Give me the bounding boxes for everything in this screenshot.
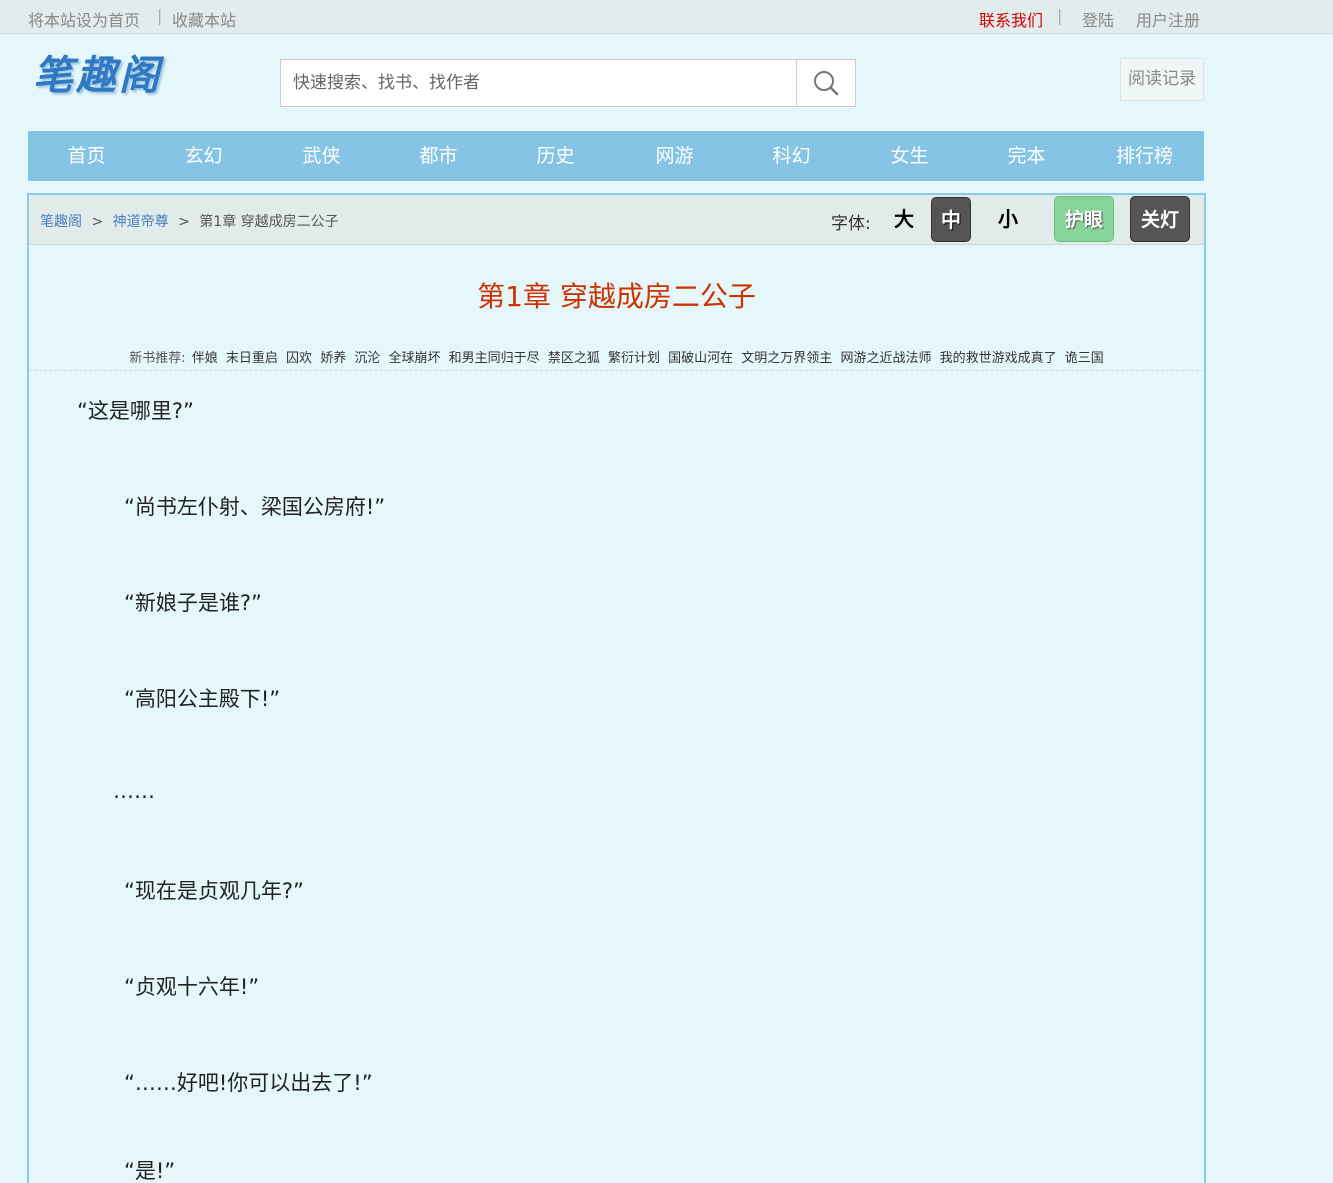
main-nav: 首页 玄幻 武侠 都市 历史 网游 科幻 女生 完本 排行榜: [28, 131, 1204, 181]
nav-item-wuxia[interactable]: 武侠: [263, 131, 380, 181]
paragraph: “是!”: [124, 1159, 176, 1183]
font-large-button[interactable]: 大: [884, 197, 924, 241]
paragraph: “……好吧!你可以出去了!”: [124, 1071, 373, 1095]
nav-item-home[interactable]: 首页: [28, 131, 145, 181]
recommend-book-link[interactable]: 禁区之狐: [548, 351, 600, 366]
nav-item-xuanhuan[interactable]: 玄幻: [145, 131, 262, 181]
search-button[interactable]: [796, 60, 855, 106]
breadcrumb-separator: >: [91, 214, 104, 230]
set-homepage-link[interactable]: 将本站设为首页: [28, 7, 140, 31]
lights-off-button[interactable]: 关灯: [1130, 196, 1190, 242]
paragraph: “新娘子是谁?”: [124, 591, 262, 615]
paragraph: “现在是贞观几年?”: [124, 879, 304, 903]
bookmark-link[interactable]: 收藏本站: [172, 7, 236, 31]
recommend-book-link[interactable]: 伴娘: [192, 351, 218, 366]
nav-item-nvsheng[interactable]: 女生: [851, 131, 968, 181]
new-book-recommendations: 新书推荐: 伴娘 末日重启 囚欢 娇养 沉沦 全球崩坏 和男主同归于尽 禁区之狐…: [29, 347, 1204, 371]
recommend-label: 新书推荐:: [129, 351, 186, 366]
breadcrumb-site-link[interactable]: 笔趣阁: [40, 214, 82, 230]
reader-toolbar: 笔趣阁 > 神道帝尊 > 第1章 穿越成房二公子 字体: 大 中 小 护眼 关灯: [29, 195, 1204, 245]
paragraph: “贞观十六年!”: [124, 975, 260, 999]
recommend-book-link[interactable]: 娇养: [320, 351, 346, 366]
breadcrumb-book-link[interactable]: 神道帝尊: [113, 214, 169, 230]
breadcrumb-chapter: 第1章 穿越成房二公子: [199, 214, 339, 230]
eye-care-button[interactable]: 护眼: [1054, 196, 1114, 242]
paragraph: “尚书左仆射、梁国公房府!”: [124, 495, 386, 519]
recommend-book-link[interactable]: 网游之近战法师: [840, 351, 931, 366]
search-input[interactable]: [281, 60, 797, 106]
recommend-book-link[interactable]: 诡三国: [1065, 351, 1104, 366]
font-size-label: 字体:: [831, 214, 871, 234]
nav-item-wangyou[interactable]: 网游: [616, 131, 733, 181]
recommend-book-link[interactable]: 我的救世游戏成真了: [940, 351, 1057, 366]
recommend-book-link[interactable]: 文明之万界领主: [741, 351, 832, 366]
recommend-book-link[interactable]: 末日重启: [226, 351, 278, 366]
paragraph: “这是哪里?”: [77, 399, 194, 423]
search-icon: [814, 71, 839, 96]
site-logo[interactable]: 笔趣阁: [33, 50, 159, 102]
logo-text: 笔趣阁: [33, 52, 162, 99]
chapter-title: 第1章 穿越成房二公子: [477, 280, 756, 313]
reading-history-button[interactable]: 阅读记录: [1120, 58, 1204, 101]
divider: |: [157, 6, 163, 25]
search-box: [280, 59, 856, 107]
contact-link[interactable]: 联系我们: [979, 7, 1043, 31]
font-small-button[interactable]: 小: [988, 197, 1028, 241]
nav-item-dushi[interactable]: 都市: [380, 131, 497, 181]
paragraph: “高阳公主殿下!”: [124, 687, 281, 711]
nav-item-kehuan[interactable]: 科幻: [733, 131, 850, 181]
nav-item-ranking[interactable]: 排行榜: [1086, 131, 1203, 181]
font-medium-button[interactable]: 中: [931, 197, 971, 242]
breadcrumb: 笔趣阁 > 神道帝尊 > 第1章 穿越成房二公子: [40, 211, 339, 231]
recommend-book-link[interactable]: 繁衍计划: [608, 351, 660, 366]
recommend-book-link[interactable]: 全球崩坏: [389, 351, 441, 366]
breadcrumb-separator: >: [178, 214, 190, 230]
recommend-book-link[interactable]: 囚欢: [286, 351, 312, 366]
recommend-book-link[interactable]: 和男主同归于尽: [449, 351, 540, 366]
nav-item-wanben[interactable]: 完本: [968, 131, 1085, 181]
divider: |: [1057, 6, 1063, 25]
reader-panel: 笔趣阁 > 神道帝尊 > 第1章 穿越成房二公子 字体: 大 中 小 护眼 关灯…: [27, 193, 1206, 1183]
recommend-book-link[interactable]: 国破山河在: [668, 351, 733, 366]
paragraph: ……: [113, 779, 155, 803]
login-link[interactable]: 登陆: [1082, 7, 1114, 31]
register-link[interactable]: 用户注册: [1136, 7, 1200, 31]
recommend-book-link[interactable]: 沉沦: [354, 351, 380, 366]
top-bar: 将本站设为首页 | 收藏本站 联系我们 | 登陆 用户注册: [0, 0, 1333, 34]
nav-item-lishi[interactable]: 历史: [497, 131, 614, 181]
